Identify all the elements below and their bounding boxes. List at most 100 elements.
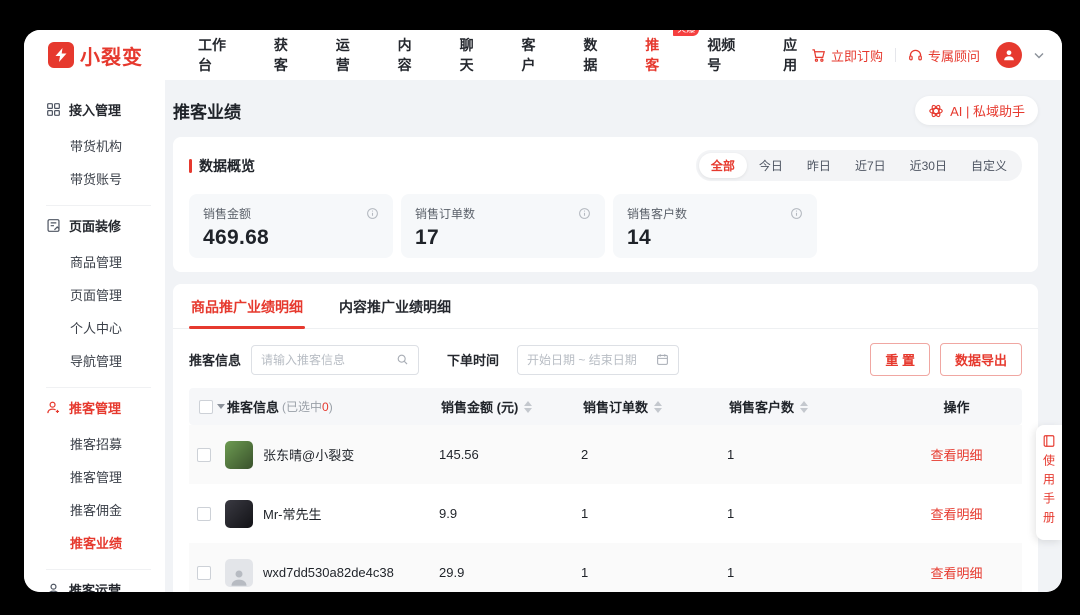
date-range-placeholder: 开始日期 ~ 结束日期 [527, 351, 637, 368]
sidebar-item-performance[interactable]: 推客业绩 [46, 526, 165, 559]
promoter-search-input[interactable] [251, 345, 419, 375]
chevron-down-icon[interactable] [1034, 52, 1044, 59]
divider [895, 48, 896, 62]
info-icon[interactable] [578, 207, 591, 220]
sales-amount: 29.9 [439, 565, 581, 580]
top-navbar: 小裂变 工作台 获客 运营 内容 聊天 客户 数据 推客 火爆 视频号 应用 立… [24, 30, 1062, 80]
date-tab-7d[interactable]: 近7日 [843, 153, 898, 178]
advisor-button[interactable]: 专属顾问 [908, 46, 980, 65]
stat-label: 销售订单数 [415, 205, 475, 222]
col-promoter: 推客信息 [227, 397, 279, 416]
ai-assistant-button[interactable]: AI | 私域助手 [915, 96, 1038, 125]
sort-orders-icon[interactable] [654, 401, 662, 413]
user-avatar[interactable] [996, 42, 1022, 68]
reset-button[interactable]: 重 置 [870, 343, 930, 376]
stat-sales-amount: 销售金额 469.68 [189, 194, 393, 258]
order-count: 1 [581, 506, 727, 521]
ai-swirl-icon [928, 103, 944, 119]
date-tab-today[interactable]: 今日 [747, 153, 795, 178]
sidebar-group-promoter-ops[interactable]: 推客运营 [46, 580, 165, 592]
sidebar-item-recruit[interactable]: 推客招募 [46, 427, 165, 460]
date-range-picker[interactable]: 开始日期 ~ 结束日期 [517, 345, 679, 375]
search-icon [396, 353, 409, 366]
page-icon [46, 218, 61, 233]
sidebar-item-account[interactable]: 带货账号 [46, 162, 165, 195]
customer-count: 1 [727, 506, 891, 521]
col-orders[interactable]: 销售订单数 [583, 397, 729, 416]
person-icon [46, 582, 61, 592]
avatar [225, 559, 253, 587]
table-row: wxd7dd530a82de4c38 29.9 1 1 查看明细 [189, 543, 1022, 592]
performance-detail-card: 商品推广业绩明细 内容推广业绩明细 推客信息 下单时间 开始日期 ~ 结束日期 [173, 284, 1038, 592]
data-overview-card: 数据概览 全部 今日 昨日 近7日 近30日 自定义 销售金额 [173, 137, 1038, 272]
select-all-checkbox[interactable] [199, 400, 213, 414]
user-manual-tab[interactable]: 使用手册 [1036, 425, 1062, 540]
selected-count-note: (已选中0) [282, 398, 333, 415]
sort-amount-icon[interactable] [524, 401, 532, 413]
row-checkbox[interactable] [197, 566, 211, 580]
info-icon[interactable] [366, 207, 379, 220]
tab-content-performance[interactable]: 内容推广业绩明细 [337, 284, 453, 328]
sidebar-item-personal[interactable]: 个人中心 [46, 311, 165, 344]
stat-value: 469.68 [203, 226, 379, 250]
app-window: 小裂变 工作台 获客 运营 内容 聊天 客户 数据 推客 火爆 视频号 应用 立… [24, 30, 1062, 592]
advisor-label: 专属顾问 [928, 46, 980, 65]
sidebar-item-navigation[interactable]: 导航管理 [46, 344, 165, 377]
stat-order-count: 销售订单数 17 [401, 194, 605, 258]
divider [46, 205, 151, 206]
sidebar: 接入管理 带货机构 带货账号 页面装修 商品管理 页面管理 个人中心 导航管理 … [24, 80, 165, 592]
sidebar-item-promoter-manage[interactable]: 推客管理 [46, 460, 165, 493]
sidebar-item-commission[interactable]: 推客佣金 [46, 493, 165, 526]
date-tab-30d[interactable]: 近30日 [898, 153, 959, 178]
promoter-name: wxd7dd530a82de4c38 [263, 565, 394, 580]
table-header: 推客信息 (已选中0) 销售金额 (元) 销售订单数 [189, 388, 1022, 425]
date-tab-custom[interactable]: 自定义 [959, 153, 1019, 178]
sidebar-group-label: 推客运营 [69, 580, 121, 592]
customer-count: 1 [727, 447, 891, 462]
stat-value: 14 [627, 226, 803, 250]
date-tab-all[interactable]: 全部 [699, 153, 747, 178]
order-now-button[interactable]: 立即订购 [811, 46, 883, 65]
sales-amount: 9.9 [439, 506, 581, 521]
lightning-logo-icon [48, 42, 74, 68]
sidebar-item-agency[interactable]: 带货机构 [46, 129, 165, 162]
stat-value: 17 [415, 226, 591, 250]
sidebar-group-label: 页面装修 [69, 216, 121, 235]
row-checkbox[interactable] [197, 507, 211, 521]
sidebar-group-label: 接入管理 [69, 100, 121, 119]
col-amount[interactable]: 销售金额 (元) [441, 397, 583, 416]
select-dropdown-caret[interactable] [217, 404, 225, 409]
row-checkbox[interactable] [197, 448, 211, 462]
accent-bar [189, 159, 192, 173]
tab-product-performance[interactable]: 商品推广业绩明细 [189, 284, 305, 328]
divider [46, 387, 151, 388]
col-customers[interactable]: 销售客户数 [729, 397, 893, 416]
navbar-actions: 立即订购 专属顾问 [811, 42, 1044, 68]
sidebar-item-pages[interactable]: 页面管理 [46, 278, 165, 311]
hot-badge: 火爆 [673, 30, 699, 36]
export-button[interactable]: 数据导出 [940, 343, 1022, 376]
page-title: 推客业绩 [173, 98, 241, 123]
info-icon[interactable] [790, 207, 803, 220]
view-detail-link[interactable]: 查看明细 [930, 504, 982, 523]
brand-logo[interactable]: 小裂变 [48, 41, 166, 70]
sidebar-group-decoration[interactable]: 页面装修 [46, 216, 165, 235]
sidebar-group-promoter-mgmt[interactable]: 推客管理 [46, 398, 165, 417]
promoter-person-icon [46, 400, 61, 415]
manual-label: 使用手册 [1041, 454, 1058, 530]
promoter-name: Mr-常先生 [263, 504, 322, 523]
divider [46, 569, 151, 570]
book-icon [1042, 434, 1056, 448]
sidebar-group-access[interactable]: 接入管理 [46, 100, 165, 119]
section-title: 数据概览 [189, 156, 255, 176]
sidebar-item-goods[interactable]: 商品管理 [46, 245, 165, 278]
customer-count: 1 [727, 565, 891, 580]
sort-customers-icon[interactable] [800, 401, 808, 413]
view-detail-link[interactable]: 查看明细 [930, 563, 982, 582]
order-count: 1 [581, 565, 727, 580]
sales-amount: 145.56 [439, 447, 581, 462]
date-tab-yesterday[interactable]: 昨日 [795, 153, 843, 178]
stat-label: 销售客户数 [627, 205, 687, 222]
view-detail-link[interactable]: 查看明细 [930, 445, 982, 464]
promoter-search-field[interactable] [261, 353, 381, 367]
